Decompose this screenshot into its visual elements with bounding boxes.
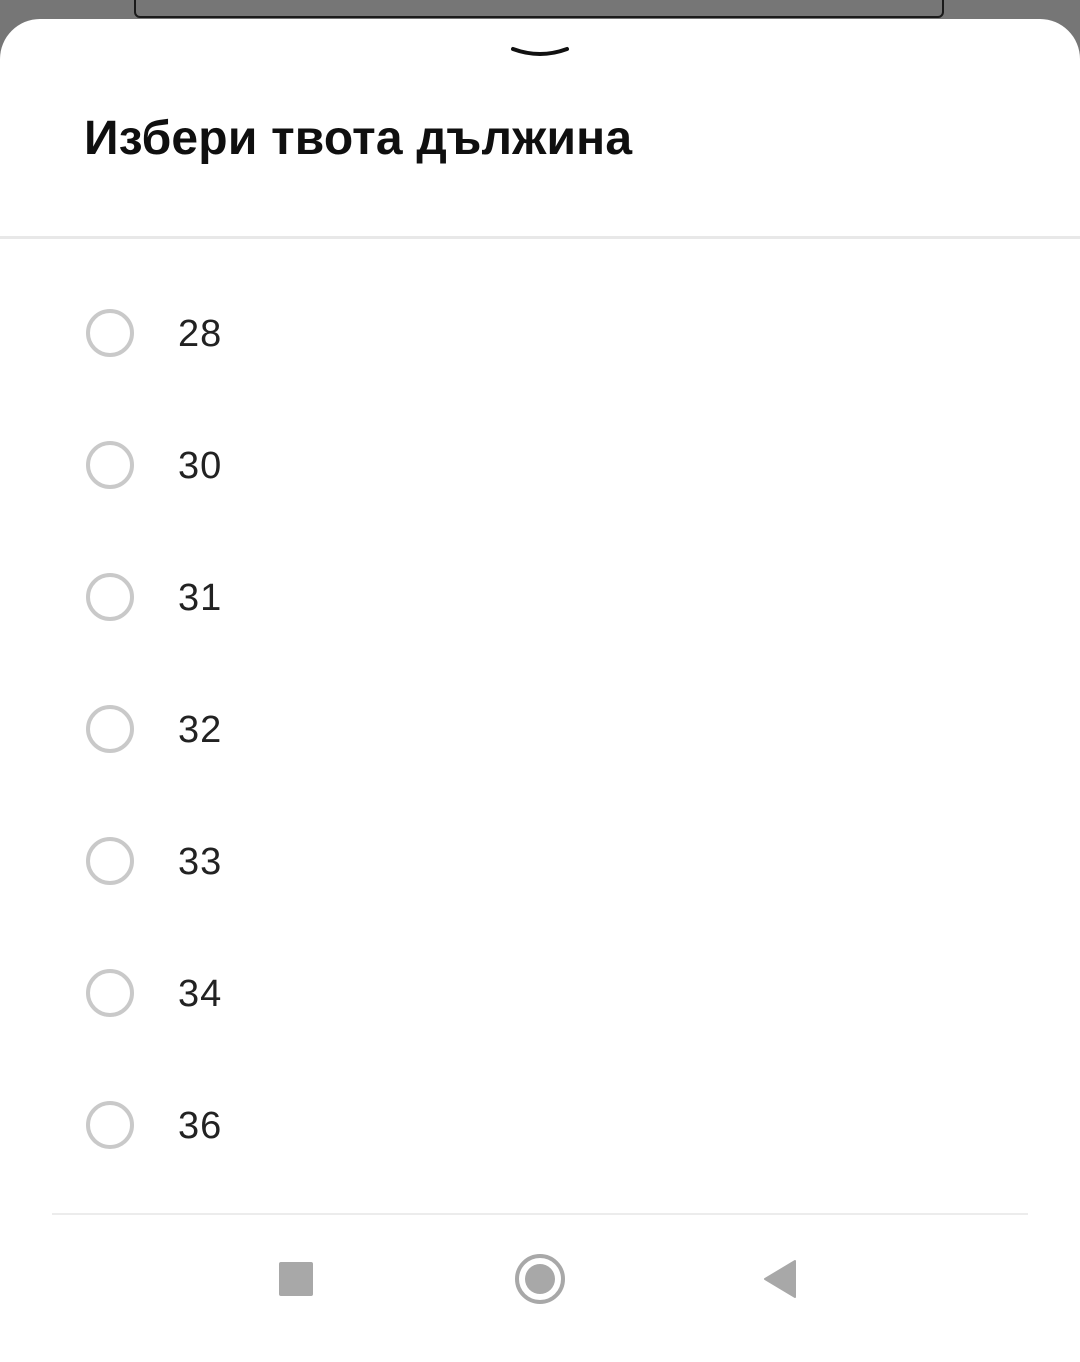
length-option[interactable]: 32	[0, 663, 1080, 795]
length-option[interactable]: 36	[0, 1059, 1080, 1191]
home-dot	[525, 1264, 555, 1294]
option-label: 33	[178, 841, 223, 883]
option-label: 34	[178, 973, 223, 1015]
chevron-down-icon[interactable]	[510, 43, 570, 61]
radio-button[interactable]	[86, 441, 134, 489]
length-option[interactable]: 30	[0, 399, 1080, 531]
length-options-list: 28 30 31 32 33 34 36	[0, 267, 1080, 1191]
length-option[interactable]: 28	[0, 267, 1080, 399]
option-label: 30	[178, 445, 223, 487]
radio-button[interactable]	[86, 705, 134, 753]
background-card	[134, 0, 944, 18]
length-option[interactable]: 31	[0, 531, 1080, 663]
circle-home-icon[interactable]	[515, 1254, 565, 1304]
option-label: 28	[178, 313, 223, 355]
option-label: 31	[178, 577, 223, 619]
radio-button[interactable]	[86, 309, 134, 357]
option-label: 36	[178, 1105, 223, 1147]
header-divider	[0, 236, 1080, 239]
option-label: 32	[178, 709, 223, 751]
radio-button[interactable]	[86, 837, 134, 885]
length-option[interactable]: 33	[0, 795, 1080, 927]
navigation-bar-divider	[52, 1213, 1028, 1215]
length-option[interactable]: 34	[0, 927, 1080, 1059]
bottom-sheet: Избери твота дължина 28 30 31 32 33 34 3…	[0, 19, 1080, 1362]
triangle-back-icon[interactable]	[763, 1259, 797, 1299]
radio-button[interactable]	[86, 573, 134, 621]
sheet-title: Избери твота дължина	[84, 112, 633, 165]
radio-button[interactable]	[86, 969, 134, 1017]
radio-button[interactable]	[86, 1101, 134, 1149]
square-icon[interactable]	[279, 1262, 313, 1296]
